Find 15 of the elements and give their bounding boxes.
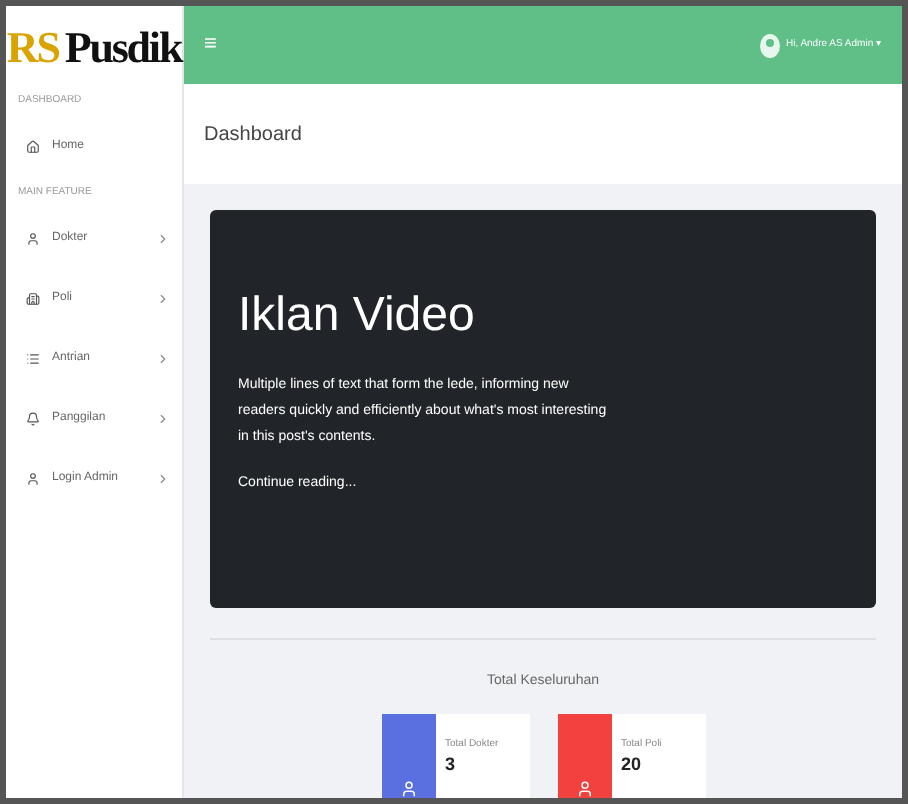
avatar-icon [759, 33, 780, 57]
logo-name: Pusdik [64, 19, 182, 75]
nav-icon [26, 471, 40, 485]
person-icon [399, 779, 417, 797]
nav-icon [26, 351, 40, 365]
stat-value: 20 [621, 752, 644, 778]
person-icon [575, 779, 593, 797]
nav-icon [26, 231, 40, 245]
hero-title: Iklan Video [238, 286, 477, 346]
nav-icon [26, 411, 40, 425]
logo-mark: RS [6, 19, 59, 75]
stat-value: 3 [445, 752, 458, 778]
nav-icon [26, 140, 40, 154]
nav-icon [26, 291, 40, 305]
page-title: Dashboard [204, 121, 302, 149]
